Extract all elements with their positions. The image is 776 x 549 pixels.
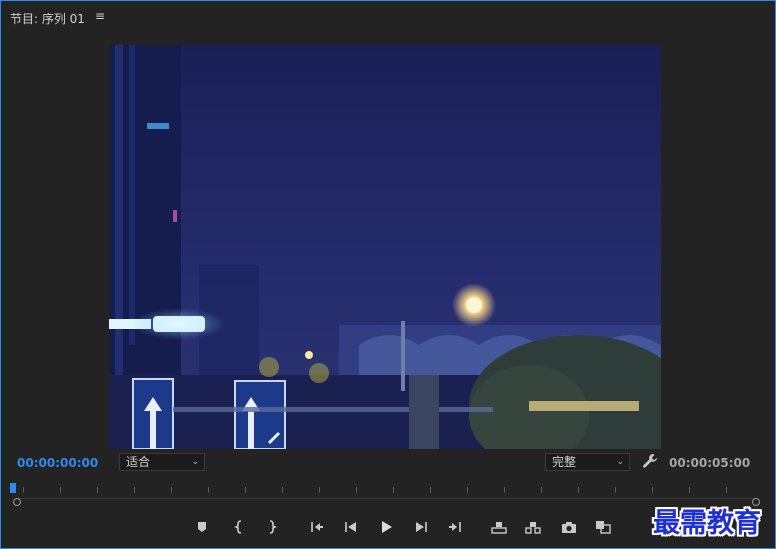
chevron-down-icon: ⌄	[616, 457, 624, 467]
panel-title[interactable]: 节目: 序列 01	[10, 10, 85, 27]
ruler-tick	[541, 487, 542, 493]
step-forward-icon[interactable]	[410, 516, 432, 538]
mark-in-icon[interactable]	[229, 516, 251, 538]
chevron-down-icon: ⌄	[191, 457, 199, 467]
ruler-tick	[97, 487, 98, 493]
video-preview[interactable]	[109, 45, 661, 449]
ruler-tick	[504, 487, 505, 493]
ruler-tick	[282, 487, 283, 493]
ruler-tick	[393, 487, 394, 493]
current-timecode[interactable]: 00:00:00:00	[17, 456, 98, 470]
ruler-tick	[23, 487, 24, 493]
play-icon[interactable]	[375, 516, 397, 538]
ruler-tick	[171, 487, 172, 493]
wrench-settings-icon[interactable]	[642, 453, 658, 469]
ruler-tick	[356, 487, 357, 493]
ruler-tick	[467, 487, 468, 493]
ruler-tick	[208, 487, 209, 493]
ruler-tick	[652, 487, 653, 493]
ruler-tick	[689, 487, 690, 493]
lift-icon[interactable]	[488, 516, 510, 538]
ruler-tick	[578, 487, 579, 493]
zoom-scrollbar-start-handle[interactable]	[13, 498, 21, 506]
ruler-tick	[319, 487, 320, 493]
zoom-scrollbar-track[interactable]	[17, 498, 757, 499]
zoom-level-select[interactable]: 适合 ⌄	[119, 453, 205, 471]
time-ruler[interactable]	[13, 481, 757, 501]
ruler-tick	[134, 487, 135, 493]
mark-out-icon[interactable]	[260, 516, 282, 538]
duration-timecode: 00:00:05:00	[669, 456, 751, 470]
ruler-tick	[430, 487, 431, 493]
panel-tab-bar: 节目: 序列 01 ≡	[1, 1, 775, 33]
go-to-out-icon[interactable]	[444, 516, 466, 538]
playback-resolution-select[interactable]: 完整 ⌄	[545, 453, 630, 471]
hamburger-menu-icon[interactable]: ≡	[95, 9, 105, 23]
ruler-tick	[60, 487, 61, 493]
ruler-tick	[245, 487, 246, 493]
night-city-frame	[109, 45, 661, 449]
export-frame-icon[interactable]	[558, 516, 580, 538]
playhead[interactable]	[10, 483, 16, 493]
ruler-tick	[615, 487, 616, 493]
extract-icon[interactable]	[522, 516, 544, 538]
program-monitor-panel: 节目: 序列 01 ≡ 00:00:00:00 适合 ⌄ 完整 ⌄ 00:00:…	[0, 0, 776, 549]
comparison-view-icon[interactable]	[592, 516, 614, 538]
go-to-in-icon[interactable]	[306, 516, 328, 538]
watermark-logo: 最需教育	[653, 508, 761, 539]
step-back-icon[interactable]	[340, 516, 362, 538]
zoom-level-value: 适合	[126, 455, 151, 469]
add-marker-icon[interactable]	[191, 516, 213, 538]
ruler-tick	[726, 487, 727, 493]
playback-resolution-value: 完整	[552, 455, 577, 469]
